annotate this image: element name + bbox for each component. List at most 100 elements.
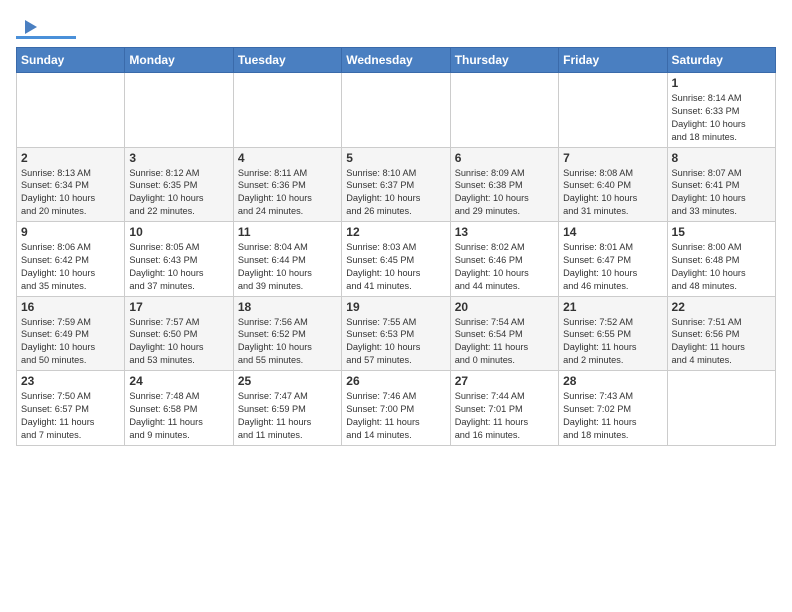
day-number: 10: [129, 225, 228, 239]
day-cell: 12 Sunrise: 8:03 AM Sunset: 6:45 PM Dayli…: [342, 222, 450, 297]
day-info: Sunrise: 8:06 AM Sunset: 6:42 PM Dayligh…: [21, 241, 120, 293]
day-info: Sunrise: 7:59 AM Sunset: 6:49 PM Dayligh…: [21, 316, 120, 368]
day-info: Sunrise: 8:02 AM Sunset: 6:46 PM Dayligh…: [455, 241, 554, 293]
day-number: 14: [563, 225, 662, 239]
day-cell: 23 Sunrise: 7:50 AM Sunset: 6:57 PM Dayli…: [17, 371, 125, 446]
day-cell: 27 Sunrise: 7:44 AM Sunset: 7:01 PM Dayli…: [450, 371, 558, 446]
day-info: Sunrise: 7:46 AM Sunset: 7:00 PM Dayligh…: [346, 390, 445, 442]
day-number: 7: [563, 151, 662, 165]
day-number: 21: [563, 300, 662, 314]
day-cell: 18 Sunrise: 7:56 AM Sunset: 6:52 PM Dayli…: [233, 296, 341, 371]
week-row-3: 9 Sunrise: 8:06 AM Sunset: 6:42 PM Daylig…: [17, 222, 776, 297]
day-cell: [233, 73, 341, 148]
day-info: Sunrise: 7:43 AM Sunset: 7:02 PM Dayligh…: [563, 390, 662, 442]
day-cell: [125, 73, 233, 148]
day-cell: 8 Sunrise: 8:07 AM Sunset: 6:41 PM Daylig…: [667, 147, 775, 222]
day-number: 28: [563, 374, 662, 388]
day-info: Sunrise: 8:14 AM Sunset: 6:33 PM Dayligh…: [672, 92, 771, 144]
calendar-table: Sunday Monday Tuesday Wednesday Thursday…: [16, 47, 776, 446]
day-info: Sunrise: 7:57 AM Sunset: 6:50 PM Dayligh…: [129, 316, 228, 368]
day-cell: 3Sunrise: 8:12 AM Sunset: 6:35 PM Daylig…: [125, 147, 233, 222]
day-cell: 6Sunrise: 8:09 AM Sunset: 6:38 PM Daylig…: [450, 147, 558, 222]
day-info: Sunrise: 7:52 AM Sunset: 6:55 PM Dayligh…: [563, 316, 662, 368]
day-cell: 17 Sunrise: 7:57 AM Sunset: 6:50 PM Dayli…: [125, 296, 233, 371]
day-info: Sunrise: 7:44 AM Sunset: 7:01 PM Dayligh…: [455, 390, 554, 442]
day-cell: 25 Sunrise: 7:47 AM Sunset: 6:59 PM Dayli…: [233, 371, 341, 446]
col-tuesday: Tuesday: [233, 48, 341, 73]
day-cell: 21 Sunrise: 7:52 AM Sunset: 6:55 PM Dayli…: [559, 296, 667, 371]
day-cell: 2 Sunrise: 8:13 AM Sunset: 6:34 PM Daylig…: [17, 147, 125, 222]
day-cell: 26 Sunrise: 7:46 AM Sunset: 7:00 PM Dayli…: [342, 371, 450, 446]
day-number: 18: [238, 300, 337, 314]
day-info: Sunrise: 8:11 AM Sunset: 6:36 PM Dayligh…: [238, 167, 337, 219]
day-cell: 5 Sunrise: 8:10 AM Sunset: 6:37 PM Daylig…: [342, 147, 450, 222]
day-info: Sunrise: 8:05 AM Sunset: 6:43 PM Dayligh…: [129, 241, 228, 293]
day-info: Sunrise: 8:03 AM Sunset: 6:45 PM Dayligh…: [346, 241, 445, 293]
day-number: 26: [346, 374, 445, 388]
day-number: 11: [238, 225, 337, 239]
logo-triangle-icon: [17, 16, 39, 38]
week-row-2: 2 Sunrise: 8:13 AM Sunset: 6:34 PM Daylig…: [17, 147, 776, 222]
header-row: Sunday Monday Tuesday Wednesday Thursday…: [17, 48, 776, 73]
day-number: 19: [346, 300, 445, 314]
week-row-1: 1Sunrise: 8:14 AM Sunset: 6:33 PM Daylig…: [17, 73, 776, 148]
day-cell: 10 Sunrise: 8:05 AM Sunset: 6:43 PM Dayli…: [125, 222, 233, 297]
day-info: Sunrise: 7:56 AM Sunset: 6:52 PM Dayligh…: [238, 316, 337, 368]
day-info: Sunrise: 8:09 AM Sunset: 6:38 PM Dayligh…: [455, 167, 554, 219]
day-info: Sunrise: 8:08 AM Sunset: 6:40 PM Dayligh…: [563, 167, 662, 219]
day-cell: 20 Sunrise: 7:54 AM Sunset: 6:54 PM Dayli…: [450, 296, 558, 371]
day-number: 17: [129, 300, 228, 314]
logo: [16, 16, 76, 39]
day-cell: [559, 73, 667, 148]
day-number: 27: [455, 374, 554, 388]
day-info: Sunrise: 7:51 AM Sunset: 6:56 PM Dayligh…: [672, 316, 771, 368]
day-number: 5: [346, 151, 445, 165]
week-row-4: 16 Sunrise: 7:59 AM Sunset: 6:49 PM Dayli…: [17, 296, 776, 371]
day-cell: 28 Sunrise: 7:43 AM Sunset: 7:02 PM Dayli…: [559, 371, 667, 446]
day-info: Sunrise: 7:50 AM Sunset: 6:57 PM Dayligh…: [21, 390, 120, 442]
day-info: Sunrise: 7:47 AM Sunset: 6:59 PM Dayligh…: [238, 390, 337, 442]
day-number: 20: [455, 300, 554, 314]
day-number: 9: [21, 225, 120, 239]
day-cell: 4 Sunrise: 8:11 AM Sunset: 6:36 PM Daylig…: [233, 147, 341, 222]
day-cell: 19 Sunrise: 7:55 AM Sunset: 6:53 PM Dayli…: [342, 296, 450, 371]
day-info: Sunrise: 8:07 AM Sunset: 6:41 PM Dayligh…: [672, 167, 771, 219]
day-number: 16: [21, 300, 120, 314]
day-number: 12: [346, 225, 445, 239]
day-info: Sunrise: 8:01 AM Sunset: 6:47 PM Dayligh…: [563, 241, 662, 293]
day-info: Sunrise: 8:04 AM Sunset: 6:44 PM Dayligh…: [238, 241, 337, 293]
day-cell: 14 Sunrise: 8:01 AM Sunset: 6:47 PM Dayli…: [559, 222, 667, 297]
day-cell: 16 Sunrise: 7:59 AM Sunset: 6:49 PM Dayli…: [17, 296, 125, 371]
week-row-5: 23 Sunrise: 7:50 AM Sunset: 6:57 PM Dayli…: [17, 371, 776, 446]
header: [16, 16, 776, 39]
col-thursday: Thursday: [450, 48, 558, 73]
day-info: Sunrise: 8:12 AM Sunset: 6:35 PM Dayligh…: [129, 167, 228, 219]
logo-line: [16, 36, 76, 39]
day-cell: 9 Sunrise: 8:06 AM Sunset: 6:42 PM Daylig…: [17, 222, 125, 297]
col-monday: Monday: [125, 48, 233, 73]
day-cell: [667, 371, 775, 446]
day-cell: 22 Sunrise: 7:51 AM Sunset: 6:56 PM Dayli…: [667, 296, 775, 371]
day-info: Sunrise: 7:54 AM Sunset: 6:54 PM Dayligh…: [455, 316, 554, 368]
day-info: Sunrise: 8:00 AM Sunset: 6:48 PM Dayligh…: [672, 241, 771, 293]
day-cell: [17, 73, 125, 148]
day-number: 15: [672, 225, 771, 239]
day-cell: 15 Sunrise: 8:00 AM Sunset: 6:48 PM Dayli…: [667, 222, 775, 297]
day-number: 13: [455, 225, 554, 239]
day-cell: 7 Sunrise: 8:08 AM Sunset: 6:40 PM Daylig…: [559, 147, 667, 222]
day-cell: [450, 73, 558, 148]
day-number: 4: [238, 151, 337, 165]
day-number: 25: [238, 374, 337, 388]
day-cell: 11 Sunrise: 8:04 AM Sunset: 6:44 PM Dayli…: [233, 222, 341, 297]
col-saturday: Saturday: [667, 48, 775, 73]
day-info: Sunrise: 8:13 AM Sunset: 6:34 PM Dayligh…: [21, 167, 120, 219]
day-number: 2: [21, 151, 120, 165]
col-sunday: Sunday: [17, 48, 125, 73]
day-info: Sunrise: 7:48 AM Sunset: 6:58 PM Dayligh…: [129, 390, 228, 442]
page: Sunday Monday Tuesday Wednesday Thursday…: [0, 0, 792, 456]
day-number: 23: [21, 374, 120, 388]
day-info: Sunrise: 8:10 AM Sunset: 6:37 PM Dayligh…: [346, 167, 445, 219]
day-number: 8: [672, 151, 771, 165]
day-number: 22: [672, 300, 771, 314]
day-info: Sunrise: 7:55 AM Sunset: 6:53 PM Dayligh…: [346, 316, 445, 368]
